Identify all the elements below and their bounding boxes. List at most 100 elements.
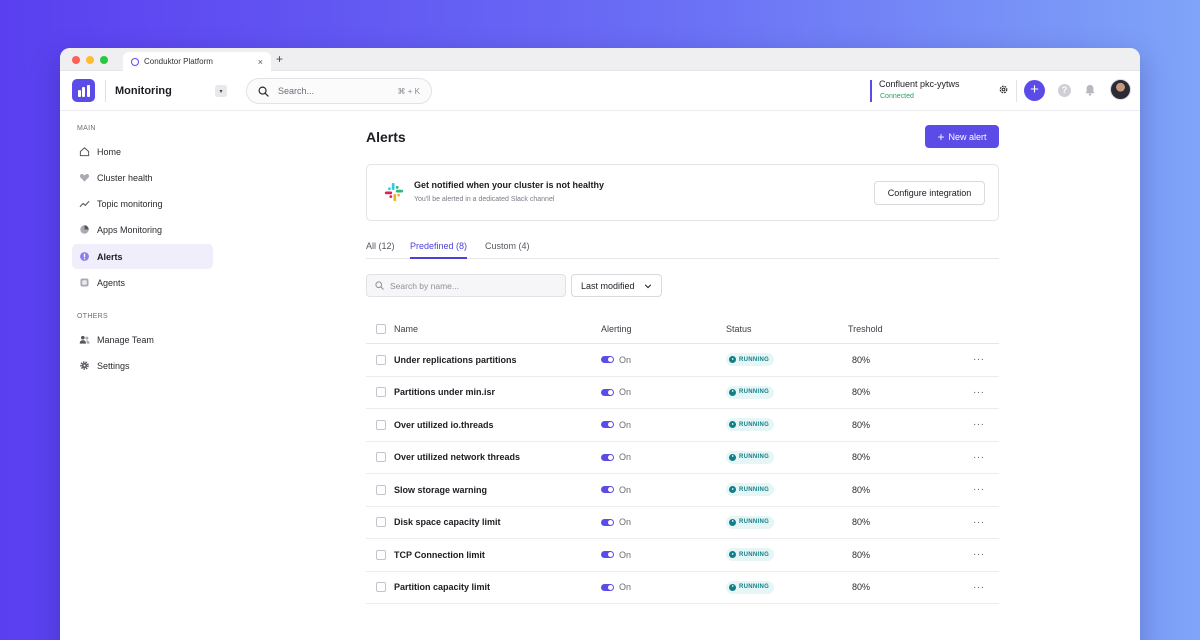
alert-search-input[interactable]: Search by name... xyxy=(366,274,566,297)
cluster-status: Connected xyxy=(880,93,914,100)
app-logo-icon[interactable] xyxy=(72,79,95,102)
row-more-icon[interactable]: ··· xyxy=(973,377,985,409)
alerting-label: On xyxy=(619,582,632,593)
alerts-table: Name Alerting Status Treshold Under repl… xyxy=(366,314,999,604)
minimize-window-button[interactable] xyxy=(86,56,94,64)
sidebar-item-label: Settings xyxy=(97,360,130,371)
app-header: Monitoring ▾ Search... ⌘ + K Confluent p… xyxy=(60,71,1140,111)
alerting-toggle[interactable] xyxy=(601,486,614,494)
table-row[interactable]: Over utilized io.threads On RUNNING 80% … xyxy=(366,409,999,442)
browser-tab[interactable]: Conduktor Platform × xyxy=(123,52,271,71)
cluster-name[interactable]: Confluent pkc-yytws xyxy=(879,79,960,89)
sidebar-item-cluster-health[interactable]: Cluster health xyxy=(72,165,213,190)
threshold-value: 80% xyxy=(852,549,871,560)
threshold-value: 80% xyxy=(852,582,871,593)
threshold-value: 80% xyxy=(852,517,871,528)
cluster-settings-gear-icon[interactable] xyxy=(998,84,1009,95)
favicon-icon xyxy=(131,57,139,66)
browser-titlebar: Conduktor Platform × + xyxy=(60,48,1140,71)
sidebar-item-label: Topic monitoring xyxy=(97,198,163,209)
sidebar-item-label: Home xyxy=(97,146,122,157)
table-row[interactable]: Partition capacity limit On RUNNING 80% … xyxy=(366,572,999,604)
tab-close-icon[interactable]: × xyxy=(258,57,263,67)
play-icon xyxy=(729,486,736,494)
row-checkbox[interactable] xyxy=(376,354,386,365)
notifications-bell-icon[interactable] xyxy=(1083,83,1097,97)
row-checkbox[interactable] xyxy=(376,582,386,593)
user-avatar[interactable] xyxy=(1110,79,1131,100)
module-title: Monitoring xyxy=(115,85,172,97)
row-checkbox[interactable] xyxy=(376,452,386,463)
tab-title: Conduktor Platform xyxy=(144,57,213,66)
sidebar-item-agents[interactable]: Agents xyxy=(72,270,213,295)
row-checkbox[interactable] xyxy=(376,517,386,528)
alert-icon xyxy=(80,252,89,261)
sidebar-item-home[interactable]: Home xyxy=(72,139,213,164)
global-search-input[interactable]: Search... ⌘ + K xyxy=(246,78,432,104)
status-label: RUNNING xyxy=(739,551,770,558)
heart-icon xyxy=(79,174,90,182)
row-more-icon[interactable]: ··· xyxy=(973,344,985,376)
table-row[interactable]: Disk space capacity limit On RUNNING 80%… xyxy=(366,507,999,539)
alerting-toggle[interactable] xyxy=(601,518,614,526)
create-button[interactable]: + xyxy=(1024,80,1045,101)
row-checkbox[interactable] xyxy=(376,484,386,495)
status-badge: RUNNING xyxy=(726,580,775,594)
play-icon xyxy=(729,551,736,559)
configure-integration-button[interactable]: Configure integration xyxy=(874,181,985,205)
column-header-threshold[interactable]: Treshold xyxy=(848,314,883,343)
tab-all[interactable]: All (12) xyxy=(366,241,395,259)
row-checkbox[interactable] xyxy=(376,419,386,430)
cluster-indicator xyxy=(870,80,872,102)
banner-title: Get notified when your cluster is not he… xyxy=(414,180,605,190)
row-checkbox[interactable] xyxy=(376,387,386,398)
alert-name: Disk space capacity limit xyxy=(394,517,501,528)
search-shortcut: ⌘ + K xyxy=(397,86,420,96)
column-header-name[interactable]: Name xyxy=(394,314,418,343)
module-switcher-chevron-icon[interactable]: ▾ xyxy=(215,85,227,97)
slack-icon xyxy=(384,182,404,202)
row-more-icon[interactable]: ··· xyxy=(973,539,985,571)
alerting-toggle[interactable] xyxy=(601,356,614,364)
new-alert-button[interactable]: + New alert xyxy=(925,125,999,148)
threshold-value: 80% xyxy=(852,419,871,430)
row-more-icon[interactable]: ··· xyxy=(973,442,985,474)
row-more-icon[interactable]: ··· xyxy=(973,572,985,604)
alert-name: Partition capacity limit xyxy=(394,582,491,593)
row-more-icon[interactable]: ··· xyxy=(973,507,985,539)
alerting-toggle[interactable] xyxy=(601,453,614,461)
status-label: RUNNING xyxy=(739,356,770,363)
tab-custom[interactable]: Custom (4) xyxy=(485,241,530,259)
sidebar-item-manage-team[interactable]: Manage Team xyxy=(72,327,213,352)
gear-icon xyxy=(80,361,89,370)
pie-icon xyxy=(80,225,89,234)
sort-dropdown[interactable]: Last modified xyxy=(571,274,662,297)
select-all-checkbox[interactable] xyxy=(376,323,386,334)
sidebar-item-alerts[interactable]: Alerts xyxy=(72,244,213,269)
column-header-alerting[interactable]: Alerting xyxy=(601,314,632,343)
alerting-toggle[interactable] xyxy=(601,388,614,396)
sidebar-item-topic-monitoring[interactable]: Topic monitoring xyxy=(72,191,213,216)
table-row[interactable]: Over utilized network threads On RUNNING… xyxy=(366,442,999,474)
table-row[interactable]: Slow storage warning On RUNNING 80% ··· xyxy=(366,474,999,507)
alerting-toggle[interactable] xyxy=(601,583,614,591)
column-header-status[interactable]: Status xyxy=(726,314,752,343)
help-icon[interactable]: ? xyxy=(1058,84,1071,97)
sidebar-item-settings[interactable]: Settings xyxy=(72,353,213,378)
close-window-button[interactable] xyxy=(72,56,80,64)
search-placeholder: Search by name... xyxy=(390,280,459,291)
play-icon xyxy=(729,453,736,461)
row-checkbox[interactable] xyxy=(376,549,386,560)
new-tab-button[interactable]: + xyxy=(276,52,283,66)
row-more-icon[interactable]: ··· xyxy=(973,409,985,441)
sidebar-item-apps-monitoring[interactable]: Apps Monitoring xyxy=(72,217,213,242)
table-row[interactable]: TCP Connection limit On RUNNING 80% ··· xyxy=(366,539,999,572)
alerting-toggle[interactable] xyxy=(601,421,614,429)
alerting-toggle[interactable] xyxy=(601,551,614,559)
table-row[interactable]: Under replications partitions On RUNNING… xyxy=(366,344,999,377)
tab-predefined[interactable]: Predefined (8) xyxy=(410,241,468,259)
maximize-window-button[interactable] xyxy=(100,56,108,64)
alerting-label: On xyxy=(619,354,632,365)
row-more-icon[interactable]: ··· xyxy=(973,474,985,506)
table-row[interactable]: Partitions under min.isr On RUNNING 80% … xyxy=(366,377,999,409)
